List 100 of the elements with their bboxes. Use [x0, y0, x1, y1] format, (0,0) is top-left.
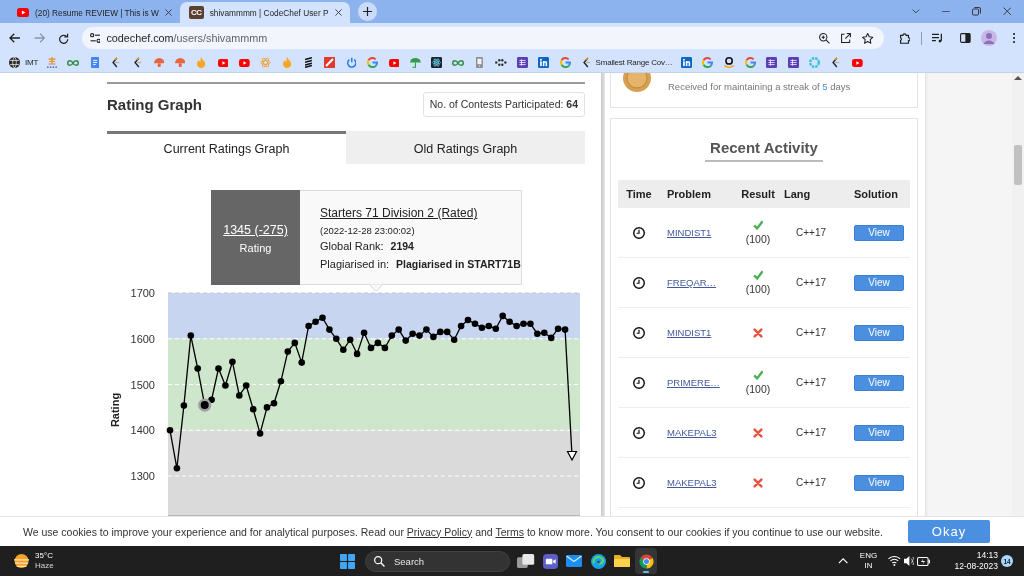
data-point[interactable]	[215, 365, 222, 372]
input-region[interactable]: IN	[864, 561, 873, 571]
star-icon[interactable]	[862, 32, 874, 44]
data-point[interactable]	[319, 314, 326, 321]
close-icon[interactable]	[1002, 7, 1011, 16]
zoom-icon[interactable]	[819, 32, 831, 44]
data-point[interactable]	[374, 339, 382, 347]
atom-icon[interactable]	[431, 57, 443, 68]
data-point[interactable]	[534, 330, 541, 337]
play-icon[interactable]	[852, 58, 863, 67]
mushroom-icon[interactable]	[153, 58, 165, 67]
bookmark[interactable]: IMT	[2, 54, 42, 71]
data-point[interactable]	[284, 348, 292, 355]
data-point[interactable]	[409, 330, 416, 337]
data-point[interactable]	[208, 396, 215, 403]
letter-g-icon[interactable]	[745, 57, 757, 68]
data-point[interactable]	[326, 326, 333, 333]
data-point[interactable]	[180, 402, 188, 409]
side-panel-icon[interactable]	[959, 33, 971, 43]
data-point[interactable]	[499, 312, 506, 320]
stripes-icon[interactable]	[305, 57, 312, 68]
data-point[interactable]	[402, 337, 409, 344]
data-point[interactable]	[291, 339, 299, 347]
data-point[interactable]	[298, 359, 305, 366]
restore-icon[interactable]	[971, 7, 981, 16]
data-point[interactable]	[430, 333, 437, 341]
menu-icon[interactable]	[1012, 33, 1015, 43]
scrollbar[interactable]	[1012, 73, 1024, 516]
data-point[interactable]	[353, 350, 361, 358]
grid-icon[interactable]	[516, 57, 528, 68]
data-point[interactable]	[229, 358, 236, 365]
data-point[interactable]	[443, 328, 451, 336]
data-point[interactable]	[256, 430, 264, 437]
play-icon[interactable]	[239, 58, 250, 67]
close-icon[interactable]	[164, 9, 172, 16]
data-point[interactable]	[561, 326, 569, 333]
problem-link[interactable]: MAKEPAL3	[667, 427, 717, 438]
data-point[interactable]	[346, 336, 354, 343]
clock-date[interactable]: 12-08-2023	[954, 561, 998, 572]
data-point[interactable]	[547, 334, 555, 342]
scroll-up-icon[interactable]	[1014, 76, 1022, 80]
data-point[interactable]	[520, 320, 527, 327]
back-icon[interactable]	[9, 33, 21, 43]
data-point[interactable]	[236, 392, 243, 399]
data-point[interactable]	[340, 346, 347, 354]
bookmark[interactable]: Smallest Range Cov…	[575, 54, 676, 71]
data-point[interactable]	[395, 326, 402, 333]
weather-condition[interactable]: Haze	[35, 561, 54, 571]
data-point[interactable]	[367, 344, 375, 352]
smile-icon[interactable]	[724, 57, 735, 68]
hazy-sun-icon[interactable]	[14, 554, 30, 568]
close-icon[interactable]	[334, 9, 342, 16]
phone-icon[interactable]	[476, 57, 484, 68]
umbrella-icon[interactable]	[410, 57, 421, 68]
policy-link[interactable]: Terms	[495, 525, 524, 538]
data-point[interactable]	[471, 320, 479, 327]
data-point[interactable]	[187, 332, 195, 339]
highlighted-point[interactable]	[198, 398, 212, 412]
temperature[interactable]: 35°C	[35, 551, 54, 561]
data-point[interactable]	[416, 332, 423, 339]
address-bar[interactable]: codechef.com/users/shivammmm	[81, 27, 884, 49]
data-point[interactable]	[381, 344, 389, 352]
share-icon[interactable]	[841, 33, 852, 43]
letter-g-icon[interactable]	[367, 57, 379, 68]
data-point[interactable]	[527, 320, 534, 327]
bracket-icon[interactable]	[832, 57, 840, 68]
rating-change-link[interactable]: 1345 (-275)	[223, 223, 288, 237]
wifi-icon[interactable]	[888, 556, 901, 566]
taskbar-button[interactable]	[635, 548, 657, 574]
data-point[interactable]	[464, 316, 472, 324]
minimize-icon[interactable]	[941, 10, 950, 13]
data-point[interactable]	[554, 325, 562, 332]
input-language[interactable]: ENG	[859, 551, 878, 561]
clock-time[interactable]: 14:13	[976, 550, 998, 561]
data-point[interactable]	[513, 322, 520, 330]
slashed-square-icon[interactable]	[324, 57, 336, 68]
battery-charging-icon[interactable]	[917, 556, 931, 566]
bracket-icon[interactable]	[112, 57, 120, 68]
bars-tile-icon[interactable]	[538, 57, 550, 68]
data-point[interactable]	[506, 318, 513, 326]
letter-g-icon[interactable]	[559, 57, 571, 68]
data-point[interactable]	[312, 318, 319, 326]
mushroom-icon[interactable]	[174, 58, 186, 67]
problem-link[interactable]: FREQAR…	[667, 277, 717, 288]
data-point[interactable]	[270, 400, 278, 407]
data-point[interactable]	[305, 322, 312, 330]
problem-link[interactable]: MINDIST1	[667, 327, 712, 338]
data-point[interactable]	[277, 378, 285, 385]
data-point[interactable]	[423, 326, 430, 333]
problem-link[interactable]: PRIMERE…	[667, 377, 720, 388]
glyph-icon[interactable]	[46, 57, 57, 68]
browser-tab[interactable]: CC shivammmm | CodeChef User P	[179, 2, 350, 23]
document-icon[interactable]	[90, 57, 99, 68]
sliders-icon[interactable]	[89, 33, 101, 43]
power-icon[interactable]	[346, 57, 357, 68]
policy-link[interactable]: Privacy Policy	[406, 525, 473, 538]
problem-link[interactable]: MAKEPAL3	[667, 477, 717, 488]
data-point[interactable]	[478, 324, 486, 332]
play-icon[interactable]	[388, 58, 400, 67]
dots-icon[interactable]	[495, 59, 507, 66]
